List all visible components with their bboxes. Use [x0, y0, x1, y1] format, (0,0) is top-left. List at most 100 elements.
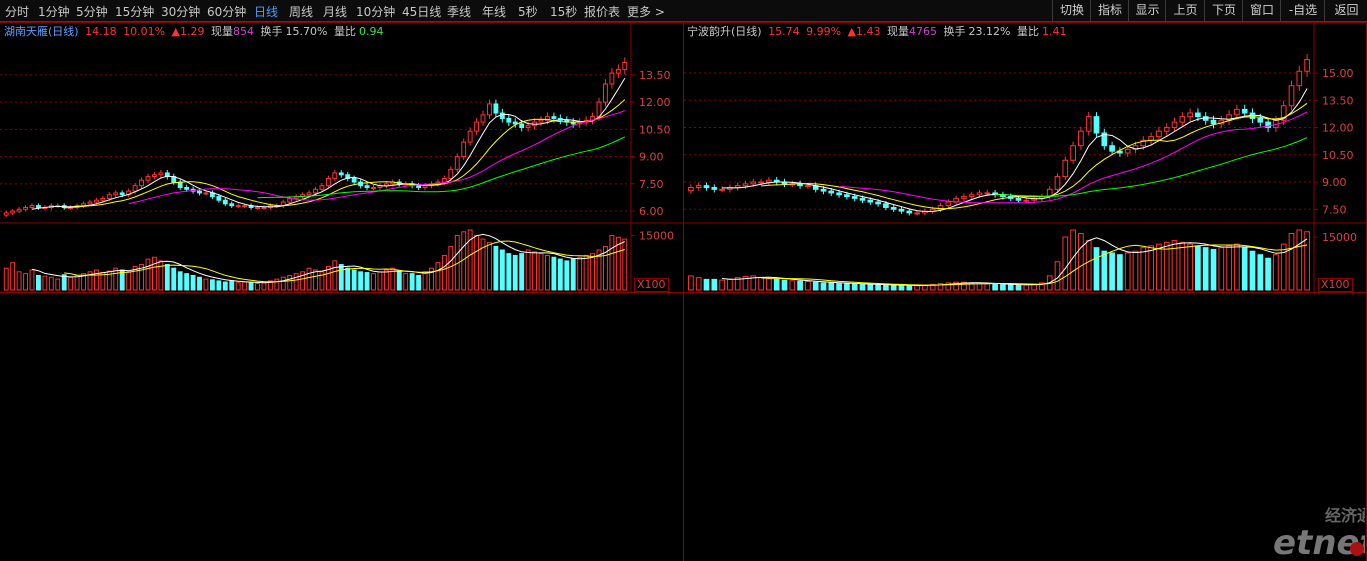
period-monthly[interactable]: 月线 [323, 3, 347, 20]
right-candle [1156, 130, 1162, 138]
right-volume-bar [1234, 243, 1240, 291]
left-candle [448, 168, 454, 179]
right-volume-bar [851, 283, 858, 291]
left-volume-bar [3, 267, 9, 291]
period-daily[interactable]: 日线 [254, 3, 278, 20]
period-60min[interactable]: 60分钟 [207, 3, 246, 20]
left-candle [16, 208, 22, 212]
next-page-button[interactable]: 下页 [1204, 0, 1243, 21]
right-ratio: 1.41 [1041, 25, 1067, 38]
left-volume-bar [242, 281, 248, 291]
quote-table[interactable]: 报价表 [584, 3, 620, 20]
right-candle [945, 201, 952, 207]
period-quarterly[interactable]: 季线 [447, 3, 471, 20]
left-y-tick-label: 9.00 [639, 151, 664, 164]
window-button[interactable]: 窗口 [1242, 0, 1281, 21]
remove-watchlist-button[interactable]: -自选 [1280, 0, 1325, 21]
left-chart[interactable]: 13.50 12.00 10.50 9.00 7.50 6.00 15000 [0, 22, 683, 292]
left-stock-name[interactable]: 湖南天雁 [4, 25, 48, 38]
period-45day[interactable]: 45日线 [402, 3, 441, 20]
left-candle [10, 210, 16, 214]
right-stock-name[interactable]: 宁波韵升 [687, 25, 731, 38]
left-volume-bar [222, 281, 228, 291]
period-fenshi[interactable]: 分时 [5, 3, 29, 20]
right-candle [851, 196, 858, 199]
left-volume-bar [261, 282, 267, 291]
right-stock-info: 宁波韵升(日线) 15.74 9.99% ▲1.43 现量4765 换手 23.1… [687, 23, 1069, 39]
left-volume-bar [590, 253, 595, 291]
right-candle [742, 183, 749, 187]
left-vol-multiplier: X100 [634, 278, 669, 292]
right-candle [859, 197, 866, 201]
left-price: 14.18 [85, 25, 117, 38]
right-candle [1171, 121, 1178, 129]
left-volume-bar [209, 279, 215, 291]
left-volume-bar [403, 273, 409, 291]
right-candle [1257, 117, 1264, 123]
svg-text:etnet: etnet [1273, 523, 1365, 559]
period-30min[interactable]: 30分钟 [161, 3, 200, 20]
period-5sec[interactable]: 5秒 [518, 3, 538, 20]
left-candle [493, 103, 499, 114]
indicator-button[interactable]: 指标 [1090, 0, 1129, 21]
right-volume-bar [1093, 247, 1100, 291]
right-volume-bar [1140, 247, 1147, 291]
left-volume-bar [499, 249, 505, 291]
left-volume-bar [487, 242, 492, 291]
right-volume-bar [1078, 233, 1084, 291]
left-volume-bar [197, 276, 202, 291]
left-candle [454, 156, 460, 170]
right-candle [711, 186, 718, 190]
period-15sec[interactable]: 15秒 [550, 3, 577, 20]
right-chart[interactable]: 15.00 13.50 12.00 10.50 9.00 7.50 15000 [684, 22, 1366, 292]
left-volume-bar [416, 274, 422, 291]
prev-page-button[interactable]: 上页 [1165, 0, 1205, 21]
right-change: ▲1.43 [847, 25, 881, 38]
left-volume-bar [512, 254, 518, 291]
left-volume-bar [493, 245, 499, 291]
right-volume-bar [1101, 250, 1108, 291]
right-volume-bar [1000, 284, 1006, 291]
right-volume-bar [1156, 243, 1162, 291]
period-yearly[interactable]: 年线 [482, 3, 506, 20]
left-volume-bar [235, 282, 241, 291]
left-candle [177, 181, 183, 188]
period-15min[interactable]: 15分钟 [115, 3, 154, 20]
switch-button[interactable]: 切换 [1052, 0, 1091, 21]
left-candle [145, 176, 151, 181]
right-candle [1070, 145, 1076, 161]
left-volume-bar [448, 245, 454, 291]
left-candle [499, 112, 505, 119]
more-menu[interactable]: 更多 > [627, 3, 665, 20]
left-volume-bar [42, 275, 48, 291]
period-1min[interactable]: 1分钟 [38, 3, 70, 20]
left-volume-bar [171, 267, 177, 291]
left-candle [151, 174, 157, 178]
period-weekly[interactable]: 周线 [289, 3, 313, 20]
left-candle [158, 172, 164, 176]
left-volume-bar [229, 280, 235, 291]
right-volume-bar [1265, 257, 1271, 291]
left-candle [255, 206, 260, 209]
right-vol-ma10-line [761, 244, 1308, 286]
left-candle [615, 68, 621, 74]
left-vol-label: 现量 [211, 25, 233, 38]
right-candle [1054, 176, 1061, 190]
left-ratio: 0.94 [358, 25, 384, 38]
display-button[interactable]: 显示 [1128, 0, 1166, 21]
period-10min[interactable]: 10分钟 [356, 3, 395, 20]
left-volume-bar [203, 278, 209, 291]
right-candle [968, 194, 975, 198]
left-volume-bar [274, 278, 280, 291]
left-volume-bar [435, 262, 441, 291]
left-candle [596, 101, 602, 118]
right-volume-bar [906, 285, 913, 291]
left-volume-bar [68, 276, 74, 291]
period-5min[interactable]: 5分钟 [76, 3, 108, 20]
left-candle [261, 206, 267, 209]
left-y-tick-label: 12.00 [639, 96, 671, 109]
right-candle [1234, 108, 1240, 116]
back-button[interactable]: 返回 [1324, 0, 1367, 21]
right-candle [1241, 108, 1248, 114]
right-candle [1179, 116, 1186, 123]
